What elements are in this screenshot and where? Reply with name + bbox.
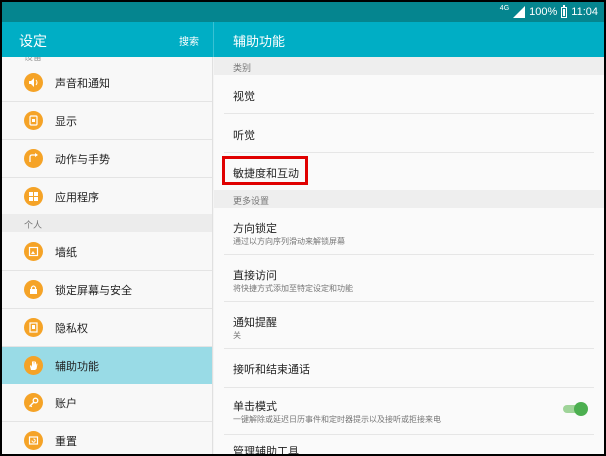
- accessibility-header: 辅助功能: [214, 22, 604, 57]
- single-tap-mode-toggle[interactable]: [563, 402, 588, 416]
- list-item-single-tap-mode[interactable]: 单击模式 一键解除或延迟日历事件和定时器提示以及接听或拒接来电: [214, 388, 604, 434]
- list-item-title: 接听和结束通话: [233, 363, 310, 376]
- list-item-title: 管理辅助工具: [233, 445, 299, 454]
- status-bar: 4G 100% 11:04: [2, 2, 604, 22]
- list-item-title: 视觉: [233, 90, 255, 103]
- key-icon: [24, 393, 43, 412]
- list-item-manage-accessibility[interactable]: 管理辅助工具: [214, 435, 604, 454]
- network-type-label: 4G: [499, 5, 510, 12]
- sidebar-item-wallpaper[interactable]: 墙纸: [2, 233, 213, 270]
- list-item-title: 方向锁定: [233, 222, 277, 235]
- sidebar-item-label: 隐私权: [55, 321, 88, 335]
- speaker-icon: [24, 73, 43, 92]
- sidebar-item-label: 应用程序: [55, 190, 99, 204]
- settings-header: 设定 搜索: [2, 22, 213, 57]
- list-item-title: 单击模式: [233, 400, 277, 413]
- hand-icon: [24, 356, 43, 375]
- section-header-device: 设备: [24, 57, 43, 63]
- battery-percent: 100%: [529, 6, 558, 18]
- signal-icon: [513, 6, 526, 18]
- list-item-notification-reminder[interactable]: 通知提醒 关: [214, 302, 604, 348]
- section-header-label: 类别: [233, 64, 252, 74]
- list-item-answer-end-calls[interactable]: 接听和结束通话: [214, 349, 604, 387]
- status-icons: 4G 100% 11:04: [499, 4, 598, 19]
- display-icon: [24, 111, 43, 130]
- clock: 11:04: [571, 6, 598, 18]
- sidebar-item-motion[interactable]: 动作与手势: [2, 140, 213, 177]
- sidebar-item-label: 声音和通知: [55, 76, 110, 90]
- settings-sidebar[interactable]: 设备 声音和通知 显示 动作与手势 应用程序 个人 墙纸 锁定屏幕与安全 隐私权…: [2, 57, 213, 454]
- apps-icon: [24, 187, 43, 206]
- section-header-more-settings: 更多设置: [214, 190, 604, 208]
- privacy-icon: [24, 318, 43, 337]
- sidebar-item-accessibility[interactable]: 辅助功能: [2, 347, 213, 384]
- settings-title: 设定: [19, 34, 47, 50]
- sidebar-item-lock-screen[interactable]: 锁定屏幕与安全: [2, 271, 213, 308]
- list-item-direction-lock[interactable]: 方向锁定 通过以方向序列滑动来解锁屏幕: [214, 208, 604, 254]
- sidebar-item-label: 墙纸: [55, 245, 77, 259]
- section-header-label: 个人: [24, 221, 43, 231]
- list-item-title: 通知提醒: [233, 316, 277, 329]
- highlight-box: [222, 156, 308, 185]
- sidebar-item-display[interactable]: 显示: [2, 102, 213, 139]
- reset-icon: [24, 431, 43, 450]
- battery-icon: [561, 4, 568, 18]
- list-item-subtitle: 一键解除或延迟日历事件和定时器提示以及接听或拒接来电: [233, 415, 441, 424]
- page-title: 辅助功能: [233, 35, 286, 50]
- sidebar-item-privacy[interactable]: 隐私权: [2, 309, 213, 346]
- list-item-title: 直接访问: [233, 269, 277, 282]
- list-item-subtitle: 将快捷方式添加至特定设定和功能: [233, 284, 353, 293]
- sidebar-item-sound[interactable]: 声音和通知: [2, 64, 213, 101]
- sidebar-item-label: 动作与手势: [55, 152, 110, 166]
- search-button[interactable]: 搜索: [179, 33, 199, 48]
- list-item-direct-access[interactable]: 直接访问 将快捷方式添加至特定设定和功能: [214, 255, 604, 301]
- sidebar-item-label: 锁定屏幕与安全: [55, 283, 132, 297]
- sidebar-item-label: 显示: [55, 114, 77, 128]
- section-header-category: 类别: [214, 57, 604, 75]
- accessibility-list[interactable]: 类别 视觉 听觉 敏捷度和互动 更多设置 方向锁定 通过以方向序列滑动来解锁屏幕…: [214, 57, 604, 454]
- device-frame: 4G 100% 11:04 设定 搜索 辅助功能 设备 声音和通知 显示 动作与…: [0, 0, 606, 456]
- sidebar-item-label: 重置: [55, 434, 77, 448]
- sidebar-item-label: 账户: [55, 396, 77, 410]
- list-item-subtitle: 关: [233, 331, 241, 340]
- toggle-knob: [574, 402, 588, 416]
- section-header-personal: 个人: [2, 214, 213, 232]
- motion-icon: [24, 149, 43, 168]
- section-header-label: 更多设置: [233, 197, 270, 207]
- lock-icon: [24, 280, 43, 299]
- sidebar-item-accounts[interactable]: 账户: [2, 384, 213, 421]
- sidebar-item-apps[interactable]: 应用程序: [2, 178, 213, 215]
- list-item-hearing[interactable]: 听觉: [214, 114, 604, 152]
- sidebar-item-label: 辅助功能: [55, 359, 99, 373]
- list-item-vision[interactable]: 视觉: [214, 75, 604, 113]
- list-item-title: 听觉: [233, 129, 255, 142]
- sidebar-item-reset[interactable]: 重置: [2, 422, 213, 454]
- wallpaper-icon: [24, 242, 43, 261]
- list-item-subtitle: 通过以方向序列滑动来解锁屏幕: [233, 237, 345, 246]
